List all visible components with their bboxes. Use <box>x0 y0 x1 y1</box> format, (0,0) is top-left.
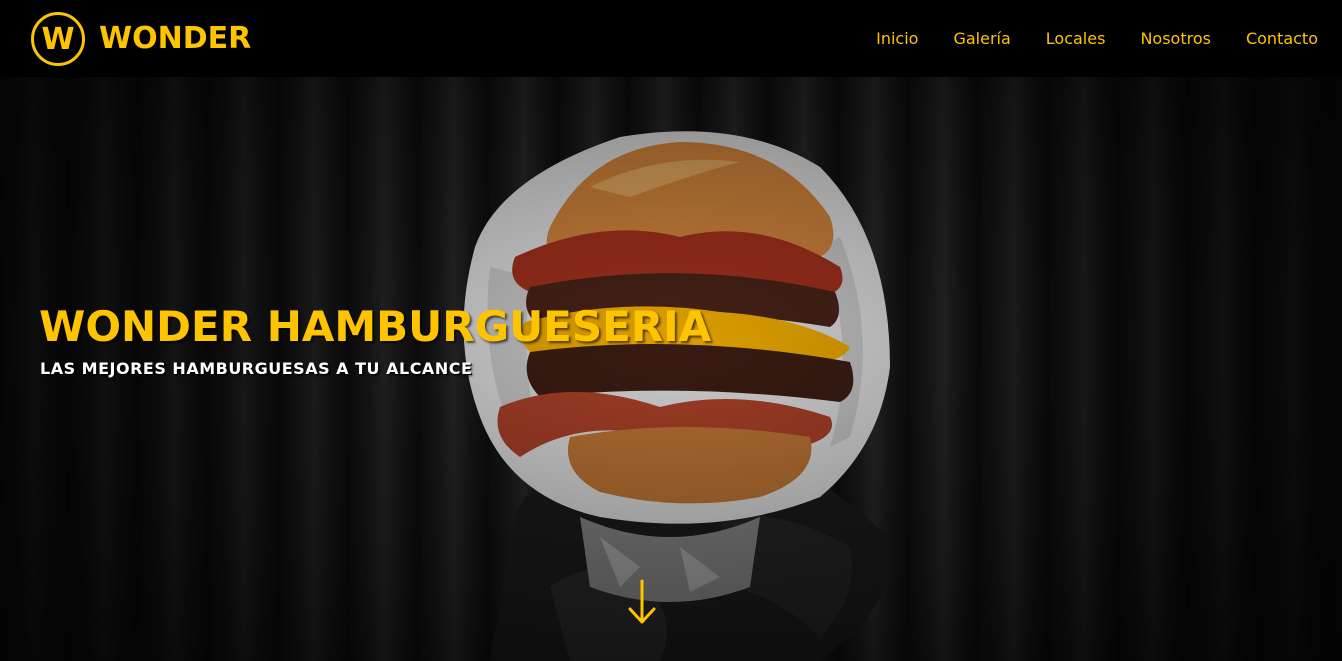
arrow-down-icon[interactable] <box>626 577 658 627</box>
nav-link-locales[interactable]: Locales <box>1046 29 1106 48</box>
hero-section: WONDER HAMBURGUESERIA LAS MEJORES HAMBUR… <box>0 77 1342 661</box>
hero-title: WONDER HAMBURGUESERIA <box>39 302 712 351</box>
brand-logo-link[interactable]: W WONDER <box>31 11 252 66</box>
logo-icon: W <box>31 11 85 66</box>
nav-link-inicio[interactable]: Inicio <box>876 29 918 48</box>
nav-link-galeria[interactable]: Galería <box>953 29 1010 48</box>
main-nav: Inicio Galería Locales Nosotros Contacto <box>841 29 1318 48</box>
hero-subtitle: LAS MEJORES HAMBURGUESAS A TU ALCANCE <box>40 359 473 378</box>
logo-letter: W <box>41 21 75 57</box>
brand-name: WONDER <box>99 21 252 56</box>
nav-link-nosotros[interactable]: Nosotros <box>1140 29 1211 48</box>
navbar: W WONDER Inicio Galería Locales Nosotros… <box>0 0 1342 77</box>
nav-link-contacto[interactable]: Contacto <box>1246 29 1318 48</box>
